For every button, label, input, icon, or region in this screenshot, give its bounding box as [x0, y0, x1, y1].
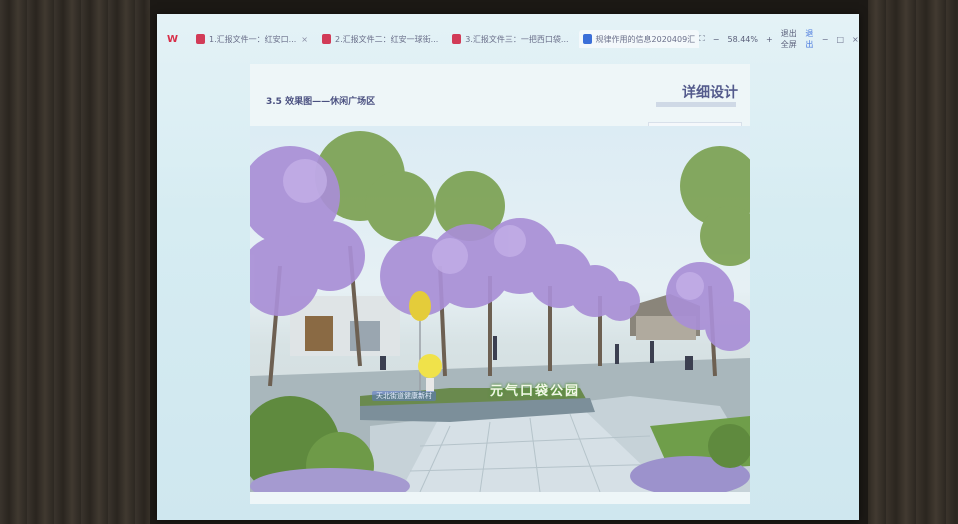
pdf-file-icon: [322, 34, 331, 44]
zoom-in-button[interactable]: +: [766, 35, 773, 44]
maximize-button[interactable]: □: [836, 35, 844, 44]
slide-heading: 3.5 效果图——休闲广场区: [266, 97, 376, 107]
zoom-out-button[interactable]: −: [713, 35, 720, 44]
tab-document-1[interactable]: 1.汇报文件一：红安口... ×: [192, 30, 312, 48]
doc-file-icon: [582, 34, 592, 44]
tab-label: 规律作用的信息2020409汇: [595, 34, 696, 44]
slide-section-subtitle: [656, 102, 736, 107]
pdf-file-icon: [452, 34, 462, 44]
wps-logo-icon[interactable]: W: [167, 32, 178, 46]
park-sign-subtitle: 天北街道健康新村: [372, 391, 436, 401]
close-window-button[interactable]: ×: [852, 35, 859, 44]
zoom-level[interactable]: 58.44%: [727, 35, 758, 44]
plaza-rendering-image: 天北街道健康新村 元气口袋公园: [250, 126, 750, 492]
zoom-toolbar: ⛶ − 58.44% + 退出全屏 退出 − □ ×: [699, 28, 859, 50]
slide-section-title: 详细设计: [682, 85, 738, 101]
wps-tab-bar: W 1.汇报文件一：红安口... × 2.汇报文件二：红安一球街... 3.汇报…: [163, 28, 859, 50]
exit-fullscreen-button[interactable]: 退出全屏: [781, 28, 798, 50]
tab-document-4[interactable]: 规律作用的信息2020409汇: [578, 30, 700, 48]
park-sign-text: 元气口袋公园: [490, 384, 581, 399]
tab-document-2[interactable]: 2.汇报文件二：红安一球街...: [318, 30, 442, 48]
tab-label: 1.汇报文件一：红安口...: [209, 34, 297, 44]
curtain-right: [856, 0, 958, 524]
tab-label: 2.汇报文件二：红安一球街...: [335, 34, 439, 44]
pdf-file-icon: [196, 34, 206, 44]
close-icon[interactable]: ×: [301, 35, 308, 44]
projected-screen: W 1.汇报文件一：红安口... × 2.汇报文件二：红安一球街... 3.汇报…: [157, 14, 859, 520]
curtain-left: [0, 0, 160, 524]
tab-label: 3.汇报文件三：一把西口袋...: [465, 34, 569, 44]
exit-button[interactable]: 退出: [805, 28, 813, 50]
minimize-button[interactable]: −: [822, 35, 829, 44]
tab-document-3[interactable]: 3.汇报文件三：一把西口袋...: [448, 30, 572, 48]
fit-screen-icon[interactable]: ⛶: [699, 34, 705, 44]
presentation-slide: 3.5 效果图——休闲广场区 详细设计 天北街道健康新村 元气口袋公园: [250, 64, 750, 504]
